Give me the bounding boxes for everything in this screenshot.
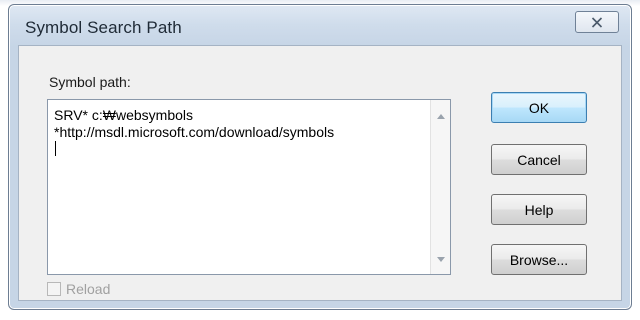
scroll-up-arrow-icon[interactable] [437,114,445,119]
symbol-search-path-dialog: Symbol Search Path Symbol path: SRV* c:₩… [8,4,632,310]
scroll-down-arrow-icon[interactable] [437,257,445,262]
cancel-button[interactable]: Cancel [491,144,587,175]
symbol-path-textarea[interactable]: SRV* c:₩websymbols *http://msdl.microsof… [47,99,451,275]
symbol-path-value: SRV* c:₩websymbols *http://msdl.microsof… [54,107,335,140]
reload-checkbox-row[interactable]: Reload [47,281,110,297]
textarea-vertical-scrollbar[interactable] [430,100,450,274]
dialog-client-area: Symbol path: SRV* c:₩websymbols *http://… [18,45,622,301]
close-button[interactable] [575,11,619,33]
close-x-icon [591,16,603,28]
screen: Symbol Search Path Symbol path: SRV* c:₩… [0,0,640,320]
reload-label: Reload [66,281,111,297]
reload-checkbox[interactable] [47,282,61,296]
text-caret [55,141,56,156]
symbol-path-label: Symbol path: [49,74,131,90]
browse-button[interactable]: Browse... [491,244,587,275]
help-button[interactable]: Help [491,194,587,225]
dialog-title: Symbol Search Path [25,18,182,37]
ok-button[interactable]: OK [491,92,587,123]
title-bar[interactable]: Symbol Search Path [9,5,631,45]
symbol-path-text[interactable]: SRV* c:₩websymbols *http://msdl.microsof… [54,107,422,160]
